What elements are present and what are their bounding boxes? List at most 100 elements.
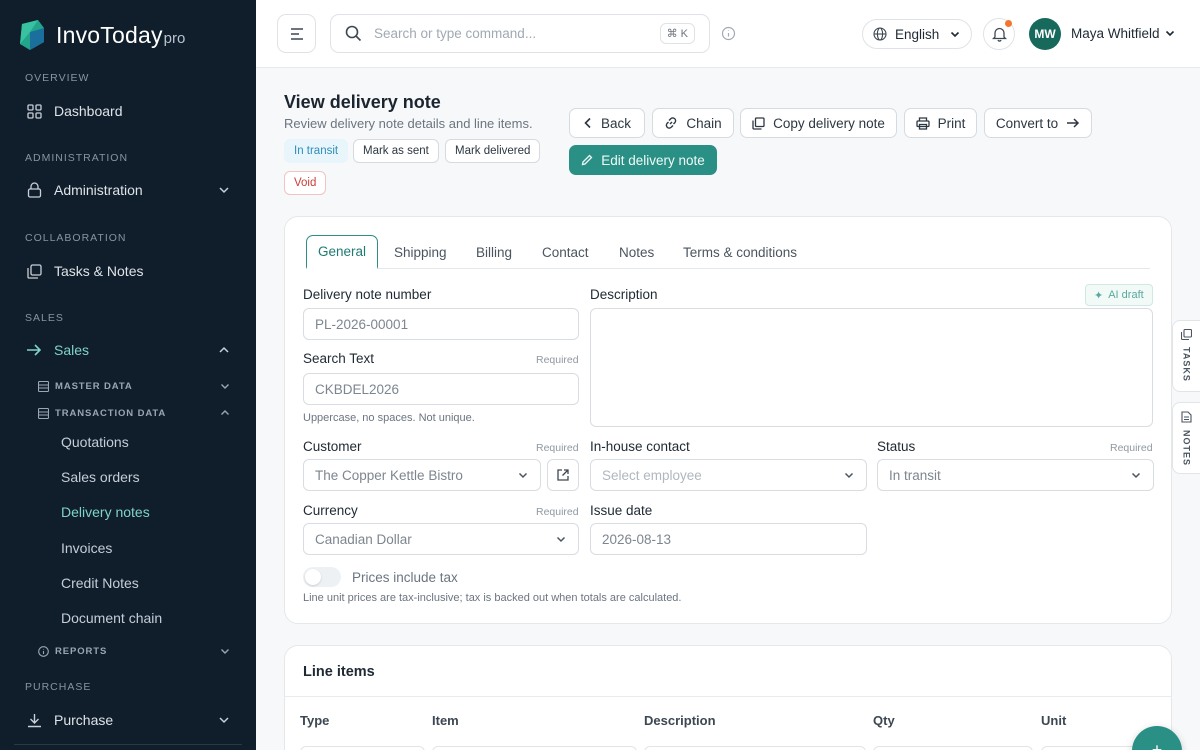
line-items-title: Line items: [303, 664, 375, 680]
tab-contact[interactable]: Contact: [542, 235, 589, 269]
copy-delivery-note-button[interactable]: Copy delivery note: [740, 108, 897, 138]
column-header-description: Description: [644, 713, 716, 728]
avatar[interactable]: MW: [1029, 18, 1061, 50]
sidebar-item-purchase[interactable]: Purchase: [25, 708, 231, 732]
sidebar-group-master-data[interactable]: MASTER DATA: [38, 378, 231, 394]
line-item-description-cell[interactable]: [644, 746, 866, 750]
search-shortcut: ⌘ K: [659, 23, 695, 44]
column-header-qty: Qty: [873, 713, 895, 728]
chevron-up-icon: [219, 346, 229, 353]
description-textarea[interactable]: [590, 308, 1153, 427]
section-sales: SALES: [25, 312, 64, 324]
language-select[interactable]: English: [862, 19, 972, 49]
brand-name: InvoToday: [56, 21, 163, 48]
search-input[interactable]: Search or type command... ⌘ K: [330, 14, 710, 53]
prices-include-tax-toggle[interactable]: [303, 567, 341, 587]
sidebar-item-dashboard[interactable]: Dashboard: [25, 99, 231, 123]
column-header-type: Type: [300, 713, 330, 728]
issue-date-field[interactable]: 2026-08-13: [590, 523, 867, 555]
status-label: Status: [877, 439, 916, 454]
convert-to-button[interactable]: Convert to: [984, 108, 1092, 138]
customer-select[interactable]: The Copper Kettle Bistro: [303, 459, 541, 491]
delivery-note-number-field[interactable]: PL-2026-00001: [303, 308, 579, 340]
print-button[interactable]: Print: [904, 108, 977, 138]
sidebar-item-label: Sales: [54, 342, 90, 358]
page-subtitle: Review delivery note details and line it…: [284, 116, 533, 131]
copy-icon: [25, 262, 43, 280]
menu-icon: [290, 27, 303, 40]
chain-button[interactable]: Chain: [652, 108, 734, 138]
notifications-button[interactable]: [983, 18, 1015, 50]
currency-select[interactable]: Canadian Dollar: [303, 523, 579, 555]
ai-draft-button[interactable]: ✦ AI draft: [1085, 284, 1153, 306]
customer-label: Customer: [303, 439, 362, 454]
sidebar-item-label: Tasks & Notes: [54, 263, 144, 279]
status-select[interactable]: In transit: [877, 459, 1154, 491]
inhouse-contact-select[interactable]: Select employee: [590, 459, 867, 491]
tab-general[interactable]: General: [306, 235, 379, 269]
globe-icon: [873, 27, 887, 41]
lock-icon: [25, 181, 43, 199]
user-name[interactable]: Maya Whitfield: [1071, 26, 1160, 41]
menu-toggle-button[interactable]: [277, 14, 316, 53]
table-icon: [38, 407, 49, 419]
tab-billing[interactable]: Billing: [476, 235, 512, 269]
back-button[interactable]: Back: [569, 108, 645, 138]
tasks-rail-tab[interactable]: TASKS: [1172, 320, 1200, 392]
line-item-qty-cell[interactable]: [873, 746, 1033, 750]
chevron-down-icon[interactable]: [1164, 27, 1176, 39]
convert-button-label: Convert to: [995, 115, 1059, 131]
copy-icon: [1181, 329, 1192, 340]
tab-shipping[interactable]: Shipping: [394, 235, 447, 269]
inhouse-contact-placeholder: Select employee: [602, 467, 702, 483]
tab-notes[interactable]: Notes: [619, 235, 654, 269]
mark-as-sent-button[interactable]: Mark as sent: [353, 139, 439, 163]
arrow-right-icon: [25, 341, 43, 359]
prices-include-tax-label: Prices include tax: [352, 570, 458, 585]
brand[interactable]: InvoToday pro: [18, 20, 185, 50]
sidebar-item-delivery-notes[interactable]: Delivery notes: [61, 504, 150, 520]
search-text-field[interactable]: CKBDEL2026: [303, 373, 579, 405]
tab-terms-conditions[interactable]: Terms & conditions: [683, 235, 797, 269]
chevron-down-icon: [1131, 472, 1141, 479]
brand-logo-icon: [20, 20, 44, 50]
line-items-card: Line items Type Item Description Qty Uni…: [284, 645, 1172, 750]
required-indicator: Required: [536, 506, 579, 518]
chevron-down-icon: [219, 717, 229, 724]
edit-delivery-note-button[interactable]: Edit delivery note: [569, 145, 717, 175]
sidebar-item-label: Purchase: [54, 712, 114, 728]
sidebar-item-tasks-notes[interactable]: Tasks & Notes: [25, 259, 231, 283]
page-title: View delivery note: [284, 92, 441, 112]
line-item-item-cell[interactable]: [432, 746, 637, 750]
line-item-type-cell[interactable]: [300, 746, 425, 750]
pencil-icon: [581, 154, 593, 166]
notification-dot: [1005, 20, 1012, 27]
back-button-label: Back: [600, 115, 631, 131]
sidebar-item-quotations[interactable]: Quotations: [61, 434, 129, 450]
tab-bar: General Shipping Billing Contact Notes T…: [306, 235, 1150, 269]
chevron-down-icon: [219, 187, 229, 194]
sidebar-item-invoices[interactable]: Invoices: [61, 540, 112, 556]
notes-rail-tab[interactable]: NOTES: [1172, 402, 1200, 474]
sidebar-group-reports[interactable]: REPORTS: [38, 643, 231, 659]
sidebar-group-transaction-data[interactable]: TRANSACTION DATA: [38, 405, 231, 421]
info-icon[interactable]: [721, 26, 736, 41]
column-header-unit: Unit: [1041, 713, 1067, 728]
void-button[interactable]: Void: [284, 171, 327, 195]
open-customer-button[interactable]: [547, 459, 579, 491]
topbar: Search or type command... ⌘ K English MW…: [256, 0, 1200, 68]
chevron-down-icon: [221, 384, 229, 389]
sidebar-divider: [14, 744, 242, 750]
copy-button-label: Copy delivery note: [773, 115, 885, 131]
sidebar-group-label: TRANSACTION DATA: [55, 407, 167, 419]
sidebar-item-document-chain[interactable]: Document chain: [61, 610, 162, 626]
sidebar-item-administration[interactable]: Administration: [25, 178, 231, 202]
sidebar-item-sales[interactable]: Sales: [25, 338, 231, 362]
search-placeholder: Search or type command...: [374, 26, 537, 41]
note-icon: [1181, 411, 1192, 423]
sidebar-item-label: Dashboard: [54, 103, 123, 119]
required-indicator: Required: [1110, 442, 1153, 454]
sidebar-item-credit-notes[interactable]: Credit Notes: [61, 575, 139, 591]
sidebar-item-sales-orders[interactable]: Sales orders: [61, 469, 140, 485]
mark-delivered-button[interactable]: Mark delivered: [445, 139, 541, 163]
